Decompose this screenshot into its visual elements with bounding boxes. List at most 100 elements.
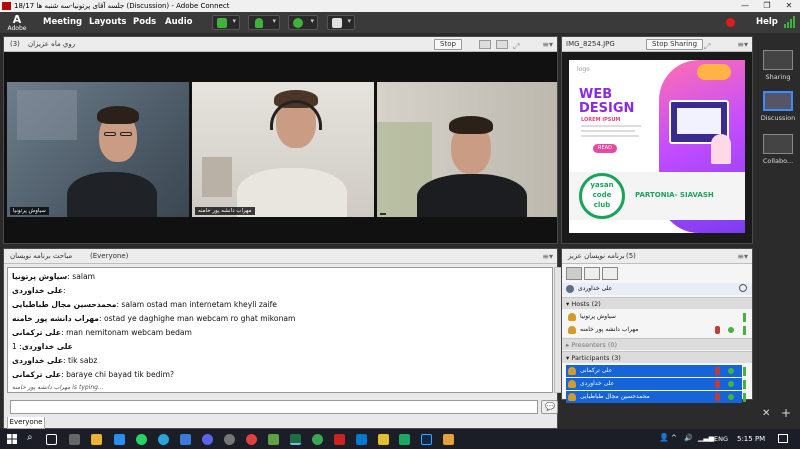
video-tile[interactable]: مهراب دانشه پور خامنه (192, 82, 374, 217)
close-layout-icon[interactable]: ✕ (762, 408, 770, 419)
microphone-active-icon (715, 326, 720, 334)
recording-indicator-icon[interactable] (726, 18, 735, 27)
list-view-icon[interactable] (566, 267, 582, 280)
chat-message: محمدحسین مجال طباطبایی: salam ostad man … (12, 300, 277, 309)
adobe-connect-taskbar-icon[interactable] (334, 434, 345, 445)
vscode-icon[interactable] (356, 434, 367, 445)
pod-menu-icon[interactable]: ≡▾ (542, 37, 553, 52)
speech-bubble-icon: 💬 (545, 402, 555, 411)
taskbar-app-icon[interactable] (69, 434, 80, 445)
raise-hand-control[interactable]: ▾ (327, 15, 355, 30)
network-icon[interactable]: ▁▃▅ (698, 434, 714, 442)
chrome-icon[interactable] (312, 434, 323, 445)
taskbar-app-icon[interactable] (443, 434, 454, 445)
maximize-button[interactable]: ❐ (756, 0, 778, 12)
filmstrip-view-icon[interactable] (496, 40, 508, 49)
pod-menu-icon[interactable]: ≡▾ (737, 37, 748, 52)
attendee-list: علی خداوردی ▾ Hosts (2) سیاوش پرتونیا مه… (562, 264, 752, 403)
taskbar-app-icon[interactable] (114, 434, 125, 445)
participants-section-header[interactable]: ▾ Participants (3) (562, 351, 752, 363)
status-agree-icon (728, 394, 734, 400)
adobe-connect-window: 18/17 جلسه آقای پرتونیا-سه شنبه ها (Disc… (0, 0, 800, 449)
notifications-icon[interactable] (778, 434, 788, 443)
participant-row[interactable]: علی ترکمانی (566, 365, 746, 377)
chat-message: علی خداوردی: (12, 286, 66, 295)
menu-audio[interactable]: Audio (165, 12, 192, 33)
taskbar-app-icon[interactable] (399, 434, 410, 445)
whatsapp-icon[interactable] (136, 434, 147, 445)
host-row[interactable]: سیاوش پرتونیا (566, 311, 746, 323)
photoshop-icon[interactable] (421, 434, 432, 445)
pod-menu-icon[interactable]: ≡▾ (542, 249, 553, 264)
participant-row[interactable]: محمدحسین مجال طباطبایی (566, 391, 746, 403)
host-row[interactable]: مهراب دانشه پور خامنه (566, 324, 746, 336)
participant-user-icon (568, 393, 576, 401)
chat-tab-everyone[interactable]: Everyone (7, 417, 45, 429)
system-clock[interactable]: 5:15 PM (737, 429, 765, 449)
layout-sharing[interactable]: Sharing (760, 50, 796, 81)
speaker-icon (217, 18, 227, 28)
video-tile[interactable]: سیاوش پرتونیا (7, 82, 189, 217)
stop-video-button[interactable]: Stop (434, 39, 462, 50)
sort-view-icon[interactable] (602, 267, 618, 280)
chat-pod: مباحث برنامه نويسان (Everyone) ≡▾ سیاوش … (3, 248, 562, 429)
windows-start-icon[interactable] (7, 434, 17, 444)
adobe-logo-icon: A (12, 13, 22, 26)
menu-meeting[interactable]: Meeting (43, 12, 82, 33)
webcam-control[interactable]: ▾ (288, 15, 318, 30)
poster-heading-1: WEB (579, 87, 613, 102)
video-tile-name: سیاوش پرتونیا (10, 207, 49, 215)
video-pod-title: روي ماه عزيزان (28, 40, 76, 48)
refresh-status-icon (566, 285, 574, 293)
hosts-section-header[interactable]: ▾ Hosts (2) (562, 297, 752, 309)
taskbar-app-icon[interactable] (378, 434, 389, 445)
glasses (104, 132, 116, 136)
person-icon[interactable]: 👤 (659, 433, 669, 442)
discord-icon[interactable] (202, 434, 213, 445)
stop-sharing-button[interactable]: Stop Sharing (646, 39, 704, 50)
room-furniture (202, 157, 232, 197)
menu-pods[interactable]: Pods (133, 12, 156, 33)
excel-icon[interactable] (290, 434, 301, 445)
file-explorer-icon[interactable] (91, 434, 102, 445)
chat-message: علی خداوردی: 1 (12, 342, 73, 351)
search-icon[interactable]: ⌕ (27, 432, 33, 443)
speaker-control[interactable]: ▾ (212, 15, 240, 30)
taskbar-app-icon[interactable] (268, 434, 279, 445)
close-window-button[interactable]: ✕ (778, 0, 800, 12)
chat-input[interactable] (10, 400, 538, 414)
status-agree-icon (728, 381, 734, 387)
participant-row[interactable]: علی خداوردی (566, 378, 746, 390)
chevron-up-icon[interactable]: ^ (671, 434, 677, 442)
adobe-connect-app-icon (2, 2, 11, 10)
menu-help[interactable]: Help (756, 12, 778, 33)
chat-message: سیاوش پرتونیا: salam (12, 272, 96, 281)
volume-icon[interactable]: 🔊 (684, 434, 693, 442)
taskbar-app-icon[interactable] (246, 434, 257, 445)
microphone-control[interactable]: ▾ (248, 15, 280, 30)
my-status-row[interactable]: علی خداوردی (562, 283, 752, 295)
minimize-button[interactable]: — (734, 0, 756, 12)
share-pod-title: IMG_8254.JPG (566, 40, 615, 48)
layout-discussion[interactable]: Discussion (760, 91, 796, 122)
telegram-icon[interactable] (158, 434, 169, 445)
grid-view-icon[interactable] (479, 40, 491, 49)
expand-view-icon[interactable] (584, 267, 600, 280)
share-pod-header: IMG_8254.JPG Stop Sharing ⤢ ≡▾ (562, 37, 752, 52)
task-view-icon[interactable] (46, 434, 57, 445)
send-message-button[interactable]: 💬 (541, 400, 558, 414)
menu-layouts[interactable]: Layouts (89, 12, 126, 33)
taskbar-app-icon[interactable] (180, 434, 191, 445)
add-layout-icon[interactable]: + (781, 406, 791, 420)
webcam-status-icon (743, 393, 746, 402)
pod-menu-icon[interactable]: ≡▾ (737, 249, 748, 264)
video-pod: (3) روي ماه عزيزان Stop ⤢ ≡▾ سیاوش پرتون… (3, 36, 558, 244)
taskbar-app-icon[interactable] (224, 434, 235, 445)
input-language[interactable]: ENG (714, 429, 728, 449)
video-tile[interactable] (377, 82, 557, 217)
layout-thumbnail (763, 50, 793, 70)
poster-text-line (581, 135, 639, 137)
clear-status-icon[interactable] (739, 284, 747, 292)
layout-collaboration[interactable]: Collabo... (760, 134, 796, 165)
presenters-section-header[interactable]: ▸ Presenters (0) (562, 338, 752, 350)
